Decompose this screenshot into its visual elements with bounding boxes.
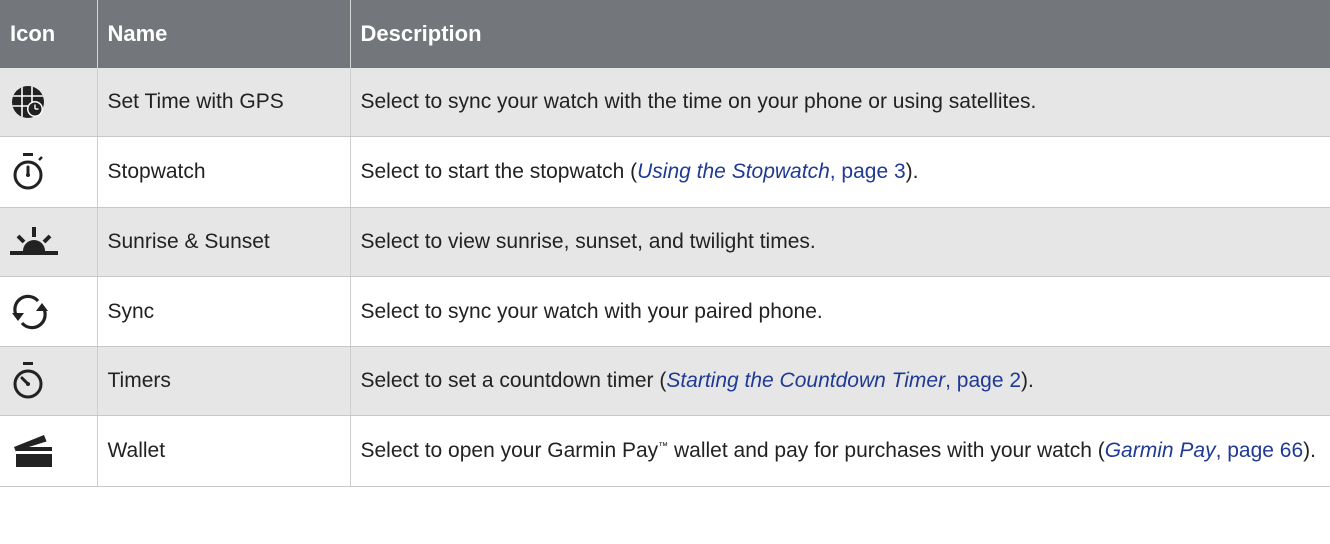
description-cell: Select to set a countdown timer (Startin… bbox=[350, 346, 1330, 416]
name-cell: Sync bbox=[97, 276, 351, 347]
description-cell: Select to start the stopwatch (Using the… bbox=[350, 136, 1330, 208]
name-cell: Sunrise & Sunset bbox=[97, 207, 351, 277]
link-page: , page 66 bbox=[1215, 439, 1304, 462]
header-description: Description bbox=[350, 0, 1330, 68]
header-row: Icon Name Description bbox=[0, 0, 1330, 68]
description-text: Select to start the stopwatch ( bbox=[360, 160, 638, 183]
table-row: Wallet Select to open your Garmin Pay™ w… bbox=[0, 415, 1330, 487]
icon-cell bbox=[0, 136, 98, 208]
table-row: Timers Select to set a countdown timer (… bbox=[0, 346, 1330, 416]
name-cell: Set Time with GPS bbox=[97, 68, 351, 137]
header-icon: Icon bbox=[0, 0, 98, 68]
header-name: Name bbox=[97, 0, 351, 68]
globe-clock-icon bbox=[10, 84, 87, 120]
name-cell: Stopwatch bbox=[97, 136, 351, 208]
link-title: Starting the Countdown Timer bbox=[666, 369, 946, 392]
icon-cell bbox=[0, 207, 98, 277]
link-title: Garmin Pay bbox=[1104, 439, 1216, 462]
description-text: Select to set a countdown timer ( bbox=[360, 369, 667, 392]
description-text: ). bbox=[905, 160, 919, 183]
link-title: Using the Stopwatch bbox=[637, 160, 830, 183]
table-row: Set Time with GPS Select to sync your wa… bbox=[0, 68, 1330, 137]
description-text: Select to open your Garmin Pay bbox=[360, 439, 659, 462]
timer-icon bbox=[10, 361, 87, 401]
description-cell: Select to sync your watch with the time … bbox=[350, 68, 1330, 137]
description-cell: Select to open your Garmin Pay™ wallet a… bbox=[350, 415, 1330, 487]
sunrise-icon bbox=[10, 224, 87, 260]
description-text: ). bbox=[1303, 439, 1316, 462]
description-cell: Select to sync your watch with your pair… bbox=[350, 276, 1330, 347]
reference-table: Icon Name Description Set Time with GPS … bbox=[0, 0, 1330, 487]
link-page: , page 3 bbox=[829, 160, 906, 183]
description-text: wallet and pay for purchases with your w… bbox=[668, 439, 1105, 462]
name-cell: Timers bbox=[97, 346, 351, 416]
description-cell: Select to view sunrise, sunset, and twil… bbox=[350, 207, 1330, 277]
trademark-symbol: ™ bbox=[658, 441, 669, 452]
icon-cell bbox=[0, 415, 98, 487]
cross-reference-link[interactable]: Garmin Pay, page 66 bbox=[1105, 439, 1303, 462]
icon-cell bbox=[0, 68, 98, 137]
icon-cell bbox=[0, 346, 98, 416]
wallet-icon bbox=[10, 433, 87, 469]
icon-cell bbox=[0, 276, 98, 347]
cross-reference-link[interactable]: Starting the Countdown Timer, page 2 bbox=[666, 369, 1021, 392]
table-row: Stopwatch Select to start the stopwatch … bbox=[0, 136, 1330, 208]
table-row: Sync Select to sync your watch with your… bbox=[0, 276, 1330, 347]
table-row: Sunrise & Sunset Select to view sunrise,… bbox=[0, 207, 1330, 277]
sync-arrows-icon bbox=[10, 294, 87, 330]
link-page: , page 2 bbox=[945, 369, 1022, 392]
cross-reference-link[interactable]: Using the Stopwatch, page 3 bbox=[637, 160, 906, 183]
stopwatch-icon bbox=[10, 152, 87, 192]
description-text: ). bbox=[1021, 369, 1034, 392]
name-cell: Wallet bbox=[97, 415, 351, 487]
